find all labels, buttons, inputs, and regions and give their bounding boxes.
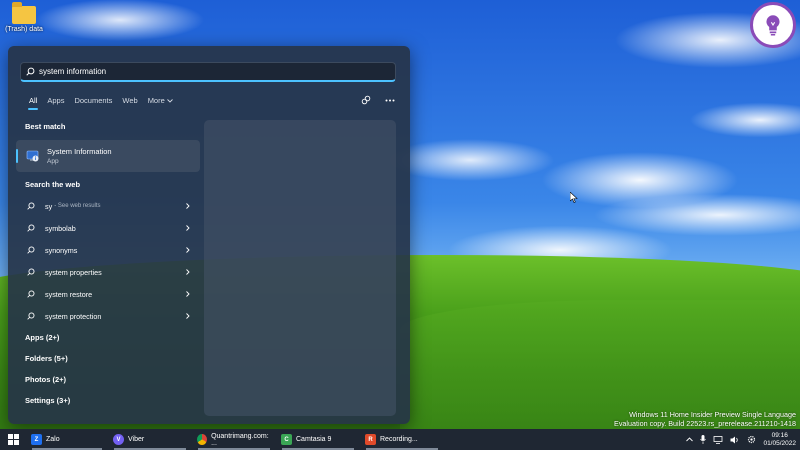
mouse-cursor-icon <box>570 192 578 203</box>
best-match-name: System Information <box>47 147 112 156</box>
windows-logo-icon <box>7 434 19 445</box>
search-box[interactable] <box>20 62 396 82</box>
taskbar: Z Zalo V Viber Quantrimang.com: ... C Ca… <box>0 429 800 450</box>
taskbar-app-label: Camtasia 9 <box>296 436 332 443</box>
web-result-label: synonyms <box>45 245 78 255</box>
category-photos[interactable]: Photos (2+) <box>16 369 200 390</box>
site-logo <box>750 2 796 48</box>
clock-time: 09:16 <box>771 431 788 439</box>
viber-icon: V <box>113 434 124 445</box>
chevron-right-icon <box>186 261 190 283</box>
best-match-heading: Best match <box>25 122 66 131</box>
web-result-item[interactable]: sy - See web results <box>16 195 200 217</box>
camtasia-icon: C <box>281 434 292 445</box>
taskbar-app-label: Recording... <box>380 436 418 443</box>
more-options-icon[interactable] <box>384 94 396 106</box>
recording-icon: R <box>365 434 376 445</box>
search-icon <box>27 290 37 298</box>
search-icon <box>27 312 37 320</box>
start-button[interactable] <box>0 429 26 450</box>
lightbulb-icon <box>766 15 780 36</box>
tab-all[interactable]: All <box>24 96 42 110</box>
best-match-result[interactable]: System Information App <box>16 140 200 172</box>
settings-gear-icon[interactable] <box>747 435 756 444</box>
search-icon <box>21 67 39 76</box>
search-icon <box>27 268 37 276</box>
zalo-icon: Z <box>31 434 42 445</box>
desktop-folder-label: (Trash) data <box>5 26 43 33</box>
system-information-app-icon <box>26 150 39 162</box>
search-results-list: Best match System Information App Search… <box>16 120 200 411</box>
tab-documents[interactable]: Documents <box>69 96 117 105</box>
search-filter-tabs: All Apps Documents Web More <box>24 96 178 110</box>
taskbar-app-chrome[interactable]: Quantrimang.com: ... <box>192 429 276 450</box>
microphone-icon[interactable] <box>700 435 707 444</box>
tab-apps[interactable]: Apps <box>42 96 69 105</box>
web-result-label: symbolab <box>45 223 76 233</box>
web-result-suffix: - See web results <box>54 203 101 209</box>
chevron-right-icon <box>186 195 190 217</box>
system-tray: 09:16 01/05/2022 <box>686 429 796 450</box>
best-match-type: App <box>47 158 59 165</box>
category-apps[interactable]: Apps (2+) <box>16 327 200 348</box>
chevron-right-icon <box>186 283 190 305</box>
web-result-label: system restore <box>45 289 93 299</box>
web-result-label: sy <box>45 201 53 211</box>
search-panel: All Apps Documents Web More Best match <box>8 46 410 424</box>
search-icon <box>27 246 37 254</box>
search-icon <box>27 224 37 232</box>
desktop-folder-icon[interactable]: (Trash) data <box>4 2 44 33</box>
network-icon[interactable] <box>713 435 723 444</box>
search-input[interactable] <box>39 67 395 76</box>
taskbar-clock[interactable]: 09:16 01/05/2022 <box>763 432 796 448</box>
category-settings[interactable]: Settings (3+) <box>16 390 200 411</box>
chevron-right-icon <box>186 305 190 327</box>
tab-more-label: More <box>147 96 165 105</box>
search-web-heading: Search the web <box>25 180 81 189</box>
search-icon <box>27 202 37 210</box>
taskbar-app-label: Zalo <box>46 436 60 443</box>
search-panel-actions <box>360 94 396 106</box>
folder-icon <box>12 2 36 24</box>
chevron-up-icon[interactable] <box>686 437 694 442</box>
web-result-item[interactable]: system properties <box>16 261 200 283</box>
web-result-item[interactable]: system protection <box>16 305 200 327</box>
web-result-item[interactable]: synonyms <box>16 239 200 261</box>
taskbar-app-label: Viber <box>128 436 145 443</box>
share-devices-icon[interactable] <box>360 94 372 106</box>
result-preview-pane <box>204 120 396 416</box>
taskbar-app-zalo[interactable]: Z Zalo <box>26 429 108 450</box>
taskbar-app-viber[interactable]: V Viber <box>108 429 192 450</box>
watermark-line-1: Windows 11 Home Insider Preview Single L… <box>629 410 796 419</box>
tab-web[interactable]: Web <box>117 96 142 105</box>
tab-more[interactable]: More <box>143 96 178 105</box>
watermark-line-2: Evaluation copy. Build 22523.rs_prerelea… <box>614 419 796 428</box>
clock-date: 01/05/2022 <box>763 439 796 447</box>
chevron-down-icon <box>166 98 173 103</box>
web-result-label: system properties <box>45 267 102 277</box>
taskbar-app-recording[interactable]: R Recording... <box>360 429 444 450</box>
chevron-right-icon <box>186 217 190 239</box>
category-folders[interactable]: Folders (5+) <box>16 348 200 369</box>
windows-evaluation-watermark: Windows 11 Home Insider Preview Single L… <box>614 410 796 428</box>
web-result-item[interactable]: system restore <box>16 283 200 305</box>
chrome-icon <box>197 434 208 445</box>
chevron-right-icon <box>186 239 190 261</box>
volume-icon[interactable] <box>730 436 740 444</box>
web-result-item[interactable]: symbolab <box>16 217 200 239</box>
taskbar-app-camtasia[interactable]: C Camtasia 9 <box>276 429 360 450</box>
taskbar-app-label: Quantrimang.com: ... <box>211 432 269 447</box>
web-result-label: system protection <box>45 311 102 321</box>
